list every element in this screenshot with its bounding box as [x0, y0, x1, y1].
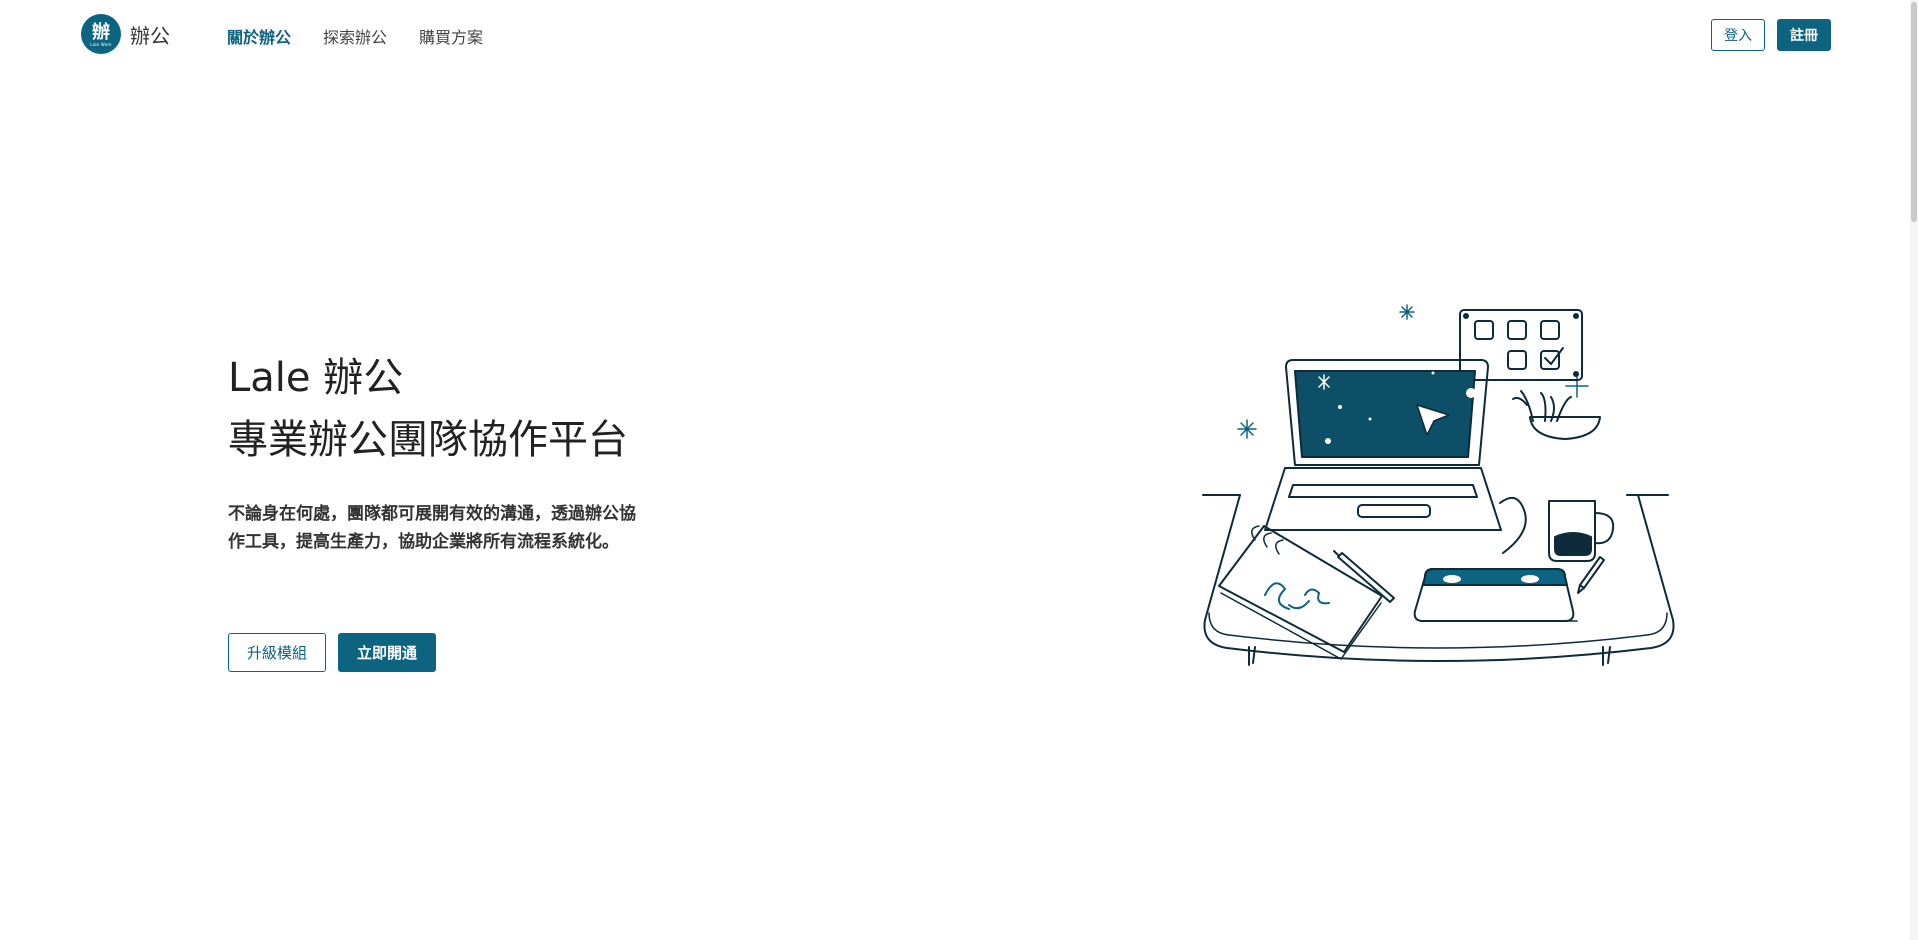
app-grid-board: [1459, 309, 1583, 381]
brand-logo[interactable]: 辦 Lale Work 辦公: [81, 14, 170, 54]
coffee-mug-icon: [1548, 500, 1615, 562]
nav-item-pricing[interactable]: 購買方案: [419, 24, 483, 48]
scrollbar-thumb[interactable]: [1911, 2, 1917, 222]
activate-now-button[interactable]: 立即開通: [338, 633, 436, 672]
hero-title: Lale 辦公 專業辦公團隊協作平台: [228, 347, 628, 471]
top-navbar: 辦 Lale Work 辦公 關於辦公 探索辦公 購買方案 登入 註冊: [0, 0, 1918, 70]
vertical-scrollbar[interactable]: [1910, 0, 1918, 940]
hero-description: 不論身在何處，團隊都可展開有效的溝通，透過辦公協作工具，提高生產力，協助企業將所…: [228, 504, 636, 552]
notebook-icon: [1218, 525, 1383, 660]
auth-actions: 登入 註冊: [1711, 19, 1831, 51]
logo-badge-sub: Lale Work: [90, 41, 112, 47]
signup-button[interactable]: 註冊: [1777, 19, 1831, 51]
main-nav: 關於辦公 探索辦公 購買方案: [227, 24, 483, 48]
pen-icon: [1333, 550, 1395, 603]
hero-title-line-2: 專業辦公團隊協作平台: [228, 417, 628, 463]
login-button[interactable]: 登入: [1711, 19, 1765, 51]
logo-badge-char: 辦: [92, 21, 110, 43]
drawing-tablet-icon: [1413, 568, 1578, 622]
nav-item-about[interactable]: 關於辦公: [227, 24, 291, 48]
plant-pot-icon: [1512, 390, 1601, 440]
pencil-icon: [1577, 556, 1605, 594]
upgrade-module-button[interactable]: 升級模組: [228, 633, 326, 672]
brand-name: 辦公: [130, 23, 170, 48]
laptop-illustration: [1264, 359, 1527, 554]
hero-title-line-1: Lale 辦公: [228, 355, 404, 401]
logo-badge-icon: 辦 Lale Work: [81, 14, 121, 54]
nav-item-explore[interactable]: 探索辦公: [323, 24, 387, 48]
desk-illustration: [1202, 304, 1675, 666]
hero-actions: 升級模組 立即開通: [228, 633, 436, 672]
